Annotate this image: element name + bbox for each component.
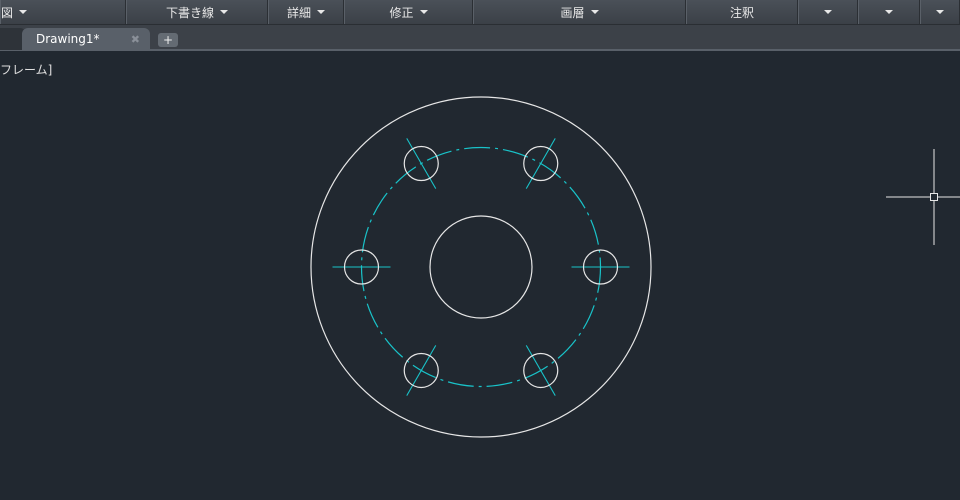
ribbon-panel-extra-2[interactable]	[858, 0, 920, 24]
tab-label: Drawing1*	[36, 32, 100, 46]
pitch-circle-centerline[interactable]	[360, 146, 602, 388]
chevron-down-icon	[317, 10, 325, 14]
ribbon-panel-extra-3[interactable]	[920, 0, 960, 24]
drawing-canvas[interactable]	[0, 53, 960, 500]
close-icon[interactable]: ✖	[131, 33, 140, 46]
panel-label: 図	[1, 5, 14, 20]
ribbon-panel-bar: 図 下書き線 詳細 修正 画層 注釈	[0, 0, 960, 25]
crosshair-pickbox-icon[interactable]	[930, 193, 938, 201]
chevron-down-icon	[824, 10, 832, 14]
chevron-down-icon	[936, 10, 944, 14]
panel-label: 修正	[389, 5, 414, 20]
file-tab-bar: Drawing1* ✖	[0, 25, 960, 51]
new-tab-button[interactable]: +	[158, 33, 178, 47]
panel-label: 詳細	[286, 5, 311, 20]
chevron-down-icon	[590, 10, 599, 14]
center-bore-circle[interactable]	[429, 215, 533, 319]
chevron-down-icon	[19, 10, 28, 14]
tab-drawing1[interactable]: Drawing1* ✖	[22, 28, 150, 50]
ribbon-panel-layers[interactable]: 画層	[473, 0, 686, 24]
chevron-down-icon	[885, 10, 893, 14]
ribbon-panel-draw[interactable]: 図	[0, 0, 126, 24]
panel-label: 注釈	[729, 5, 754, 20]
ribbon-panel-modify[interactable]: 修正	[344, 0, 473, 24]
ribbon-panel-extra-1[interactable]	[798, 0, 858, 24]
chevron-down-icon	[419, 10, 428, 14]
ribbon-panel-draft-lines[interactable]: 下書き線	[126, 0, 268, 24]
panel-label: 画層	[560, 5, 585, 20]
panel-label: 下書き線	[165, 5, 214, 20]
chevron-down-icon	[220, 10, 228, 14]
ribbon-panel-annotate[interactable]: 注釈	[686, 0, 798, 24]
ribbon-panel-detail[interactable]: 詳細	[268, 0, 344, 24]
